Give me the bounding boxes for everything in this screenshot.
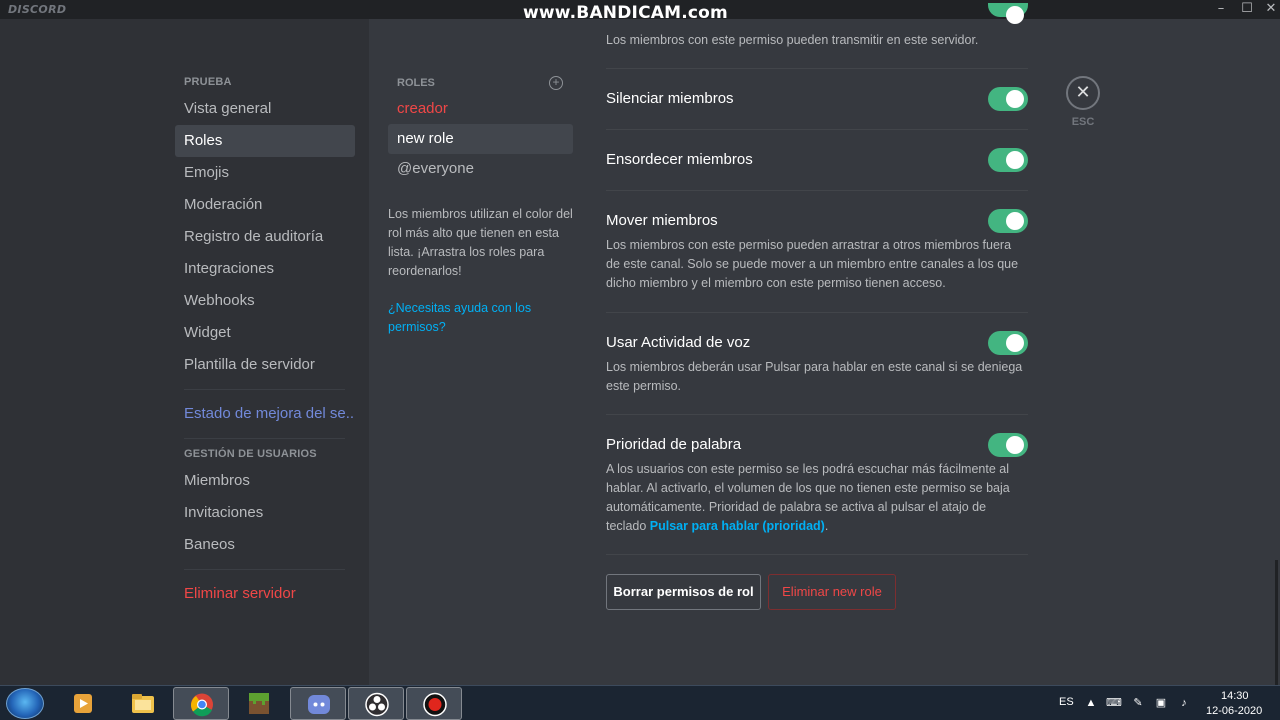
priority-speaker-desc-end: . [824, 519, 829, 533]
chrome-icon [191, 693, 213, 717]
permission-divider [606, 414, 1028, 415]
roles-header-label: ROLES [397, 77, 435, 89]
close-window-button[interactable]: ✕ [1258, 0, 1280, 19]
role-item-creador[interactable]: creador [388, 94, 573, 124]
nav-moderacion[interactable]: Moderación [175, 189, 355, 221]
nav-registro-auditoria[interactable]: Registro de auditoría [175, 221, 355, 253]
close-settings[interactable]: ✕ ESC [1066, 76, 1100, 128]
keyboard-icon[interactable]: ⌨ [1106, 696, 1122, 710]
taskbar-bandicam[interactable] [406, 687, 462, 720]
maximize-button[interactable]: ☐ [1234, 0, 1260, 19]
clock-date[interactable]: 12-06-2020 [1206, 705, 1262, 717]
taskbar-chrome[interactable] [173, 687, 229, 720]
permission-divider [606, 554, 1028, 555]
language-indicator[interactable]: ES [1059, 696, 1074, 708]
show-hidden-icons[interactable]: ▲ [1084, 696, 1098, 710]
taskbar-media-player[interactable] [55, 687, 111, 720]
obs-icon [365, 692, 389, 717]
start-button[interactable] [6, 688, 44, 719]
user-management-header: GESTIÓN DE USUARIOS [184, 448, 317, 460]
permissions-help-link[interactable]: ¿Necesitas ayuda con los permisos? [388, 299, 573, 337]
push-to-talk-priority-link[interactable]: Pulsar para hablar (prioridad) [650, 519, 825, 533]
mute-members-toggle[interactable] [988, 87, 1028, 111]
priority-speaker-toggle[interactable] [988, 433, 1028, 457]
move-members-title: Mover miembros [606, 212, 718, 229]
nav-invitaciones[interactable]: Invitaciones [175, 497, 355, 529]
mute-members-title: Silenciar miembros [606, 90, 734, 107]
permission-divider [606, 190, 1028, 191]
clock-time[interactable]: 14:30 [1221, 690, 1249, 702]
minecraft-icon [249, 693, 269, 714]
taskbar-obs[interactable] [348, 687, 404, 720]
priority-speaker-desc: A los usuarios con este permiso se les p… [606, 460, 1026, 536]
deafen-members-toggle[interactable] [988, 148, 1028, 172]
settings-sidebar: PRUEBA Vista general Roles Emojis Modera… [0, 19, 369, 685]
permission-divider [606, 68, 1028, 69]
settings-nav: PRUEBA Vista general Roles Emojis Modera… [175, 75, 355, 610]
discord-logo: DISCORD [8, 3, 67, 16]
folder-icon [132, 694, 154, 713]
nav-roles[interactable]: Roles [175, 125, 355, 157]
deafen-members-title: Ensordecer miembros [606, 151, 753, 168]
nav-divider [184, 389, 345, 390]
nav-vista-general[interactable]: Vista general [175, 93, 355, 125]
roles-list-panel: ROLES + creador new role @everyone Los m… [388, 72, 573, 337]
record-icon [423, 692, 447, 717]
minimize-button[interactable]: – [1208, 0, 1234, 19]
nav-emojis[interactable]: Emojis [175, 157, 355, 189]
voice-activity-toggle[interactable] [988, 331, 1028, 355]
roles-header: ROLES + [388, 72, 573, 94]
move-members-desc: Los miembros con este permiso pueden arr… [606, 238, 1019, 290]
roles-help-text: Los miembros utilizan el color del rol m… [388, 207, 573, 278]
close-icon[interactable]: ✕ [1066, 76, 1100, 110]
voice-activity-title: Usar Actividad de voz [606, 334, 751, 351]
esc-label: ESC [1071, 116, 1095, 128]
taskbar-file-explorer[interactable] [115, 687, 171, 720]
nav-integraciones[interactable]: Integraciones [175, 253, 355, 285]
bandicam-watermark: www.BANDICAM.com [523, 3, 728, 23]
nav-plantilla-servidor[interactable]: Plantilla de servidor [175, 349, 355, 381]
taskbar-discord[interactable] [290, 687, 346, 720]
volume-icon[interactable]: ♪ [1177, 696, 1191, 710]
taskbar-minecraft[interactable] [231, 687, 287, 720]
stream-permission-desc: Los miembros con este permiso pueden tra… [606, 33, 979, 47]
nav-divider [184, 569, 345, 570]
network-icon[interactable]: ▣ [1154, 696, 1168, 710]
media-player-icon [74, 694, 92, 713]
discord-icon [308, 695, 330, 714]
stream-toggle[interactable] [988, 3, 1028, 24]
permission-divider [606, 129, 1028, 130]
title-bar: DISCORD www.BANDICAM.com – ☐ ✕ [0, 0, 1280, 23]
nav-baneos[interactable]: Baneos [175, 529, 355, 561]
nav-boost-status[interactable]: Estado de mejora del se... [175, 398, 355, 430]
add-role-icon[interactable]: + [549, 76, 563, 90]
role-item-new-role[interactable]: new role [388, 124, 573, 154]
nav-miembros[interactable]: Miembros [175, 465, 355, 497]
nav-webhooks[interactable]: Webhooks [175, 285, 355, 317]
nav-divider [184, 438, 345, 439]
delete-role-button[interactable]: Eliminar new role [768, 574, 896, 610]
pen-icon[interactable]: ✎ [1131, 696, 1145, 710]
delete-server-button[interactable]: Eliminar servidor [175, 578, 355, 610]
nav-widget[interactable]: Widget [175, 317, 355, 349]
scrollbar[interactable] [1275, 560, 1278, 685]
clear-role-permissions-button[interactable]: Borrar permisos de rol [606, 574, 761, 610]
server-name-header: PRUEBA [184, 76, 232, 88]
priority-speaker-title: Prioridad de palabra [606, 436, 742, 453]
windows-taskbar: ES ▲ ⌨ ✎ ▣ ♪ 14:30 12-06-2020 [0, 685, 1280, 720]
voice-activity-desc: Los miembros deberán usar Pulsar para ha… [606, 360, 1023, 393]
role-item-everyone[interactable]: @everyone [388, 154, 573, 184]
permission-divider [606, 312, 1028, 313]
move-members-toggle[interactable] [988, 209, 1028, 233]
